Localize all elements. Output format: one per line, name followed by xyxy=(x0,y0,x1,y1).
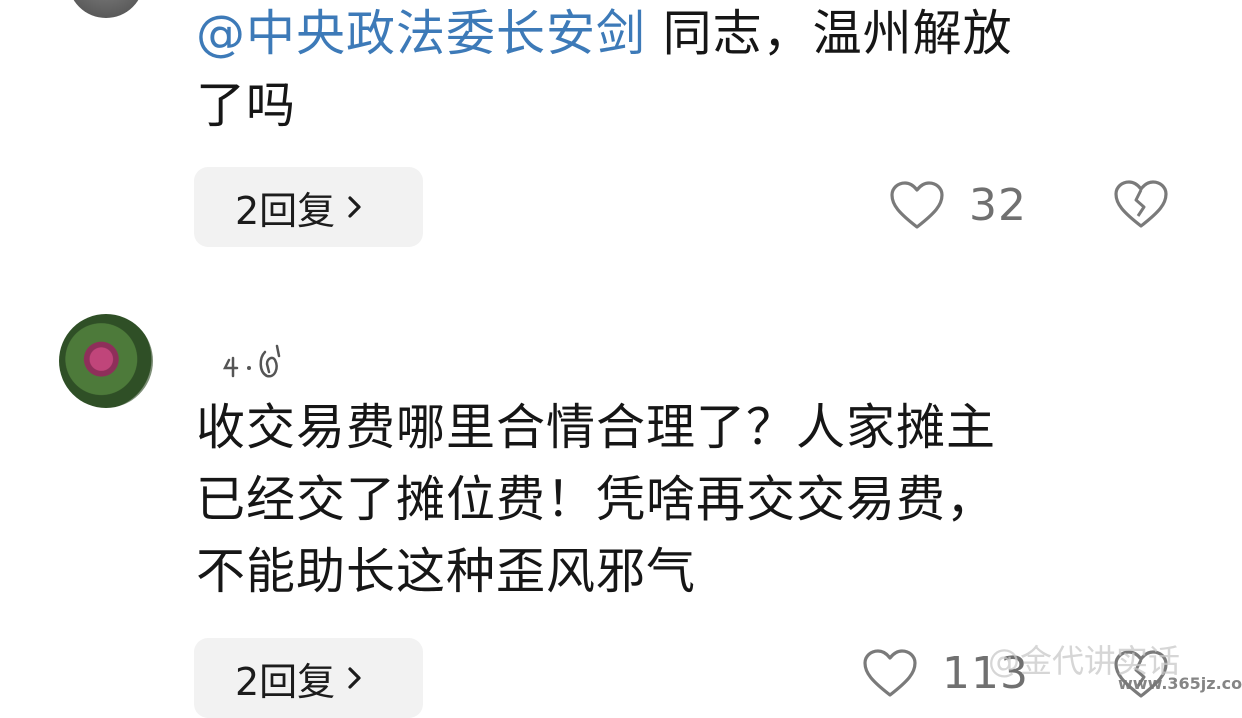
avatar[interactable] xyxy=(68,0,144,18)
username-handwritten[interactable] xyxy=(221,338,311,382)
comment-text-segment: 不能助长这种歪风邪气 xyxy=(196,543,697,600)
comment-text: 收交易费哪里合情合理了？人家摊主 已经交了摊位费！凭啥再交交易费， 不能助长这种… xyxy=(196,392,1186,608)
mention-link[interactable]: @中央政法委长安剑 xyxy=(196,5,646,62)
heart-outline-icon xyxy=(863,648,917,697)
avatar[interactable] xyxy=(59,314,153,408)
replies-button[interactable]: 2回复 xyxy=(194,638,423,718)
broken-heart-icon xyxy=(1114,180,1168,228)
heart-outline-icon xyxy=(890,180,944,229)
comment-text-segment: 已经交了摊位费！凭啥再交交易费， xyxy=(196,471,997,528)
replies-button[interactable]: 2回复 xyxy=(194,167,423,247)
comment-text-segment: 了吗 xyxy=(196,77,297,134)
replies-label: 2回复 xyxy=(235,659,336,704)
chevron-right-icon xyxy=(348,196,361,218)
like-button[interactable]: 32 xyxy=(889,180,1027,231)
replies-label: 2回复 xyxy=(235,188,336,233)
dislike-button[interactable] xyxy=(1113,180,1169,234)
comment-text-segment: 同志，温州解放 xyxy=(646,5,1013,62)
watermark-url: www.365jz.com xyxy=(1118,674,1242,693)
like-count: 32 xyxy=(969,180,1027,231)
chevron-right-icon xyxy=(348,667,361,689)
comment-text: @中央政法委长安剑 同志，温州解放 了吗 xyxy=(196,0,1186,142)
comment-text-segment: 收交易费哪里合情合理了？人家摊主 xyxy=(196,399,997,456)
